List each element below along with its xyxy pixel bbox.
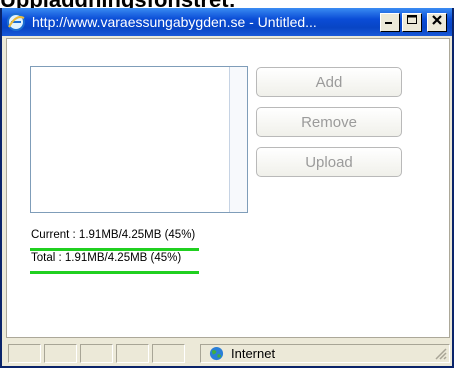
status-cell (8, 344, 41, 363)
title-bar[interactable]: http://www.varaessungabygden.se - Untitl… (2, 8, 452, 36)
remove-button[interactable]: Remove (256, 107, 402, 137)
maximize-icon (407, 15, 417, 24)
minimize-button[interactable] (380, 13, 400, 32)
popup-window: http://www.varaessungabygden.se - Untitl… (0, 8, 454, 368)
minimize-icon (385, 22, 392, 24)
window-title: http://www.varaessungabygden.se - Untitl… (32, 14, 317, 30)
current-progress-text: Current : 1.91MB/4.25MB (45%) (31, 229, 196, 241)
add-button[interactable]: Add (256, 67, 402, 97)
total-progress-text: Total : 1.91MB/4.25MB (45%) (31, 252, 182, 264)
file-list-scrollbar[interactable] (229, 67, 247, 212)
file-list[interactable] (30, 66, 248, 213)
globe-icon (209, 346, 224, 361)
security-zone: Internet (200, 344, 450, 363)
resize-grip-icon[interactable] (435, 348, 447, 360)
ie-icon (7, 13, 25, 31)
status-cell (44, 344, 77, 363)
upload-panel: Add Remove Upload Current : 1.91MB/4.25M… (6, 38, 450, 338)
status-cell (80, 344, 113, 363)
upload-button[interactable]: Upload (256, 147, 402, 177)
status-cell (152, 344, 185, 363)
current-progress-underline (30, 248, 199, 251)
zone-label: Internet (231, 346, 276, 361)
maximize-button[interactable] (402, 13, 422, 32)
status-cell (116, 344, 149, 363)
status-bar: Internet (6, 341, 450, 365)
page-heading: Uppladdningsfönstret: (0, 0, 458, 8)
close-button[interactable] (427, 13, 447, 32)
total-progress-underline (30, 271, 199, 274)
close-icon (432, 15, 442, 25)
